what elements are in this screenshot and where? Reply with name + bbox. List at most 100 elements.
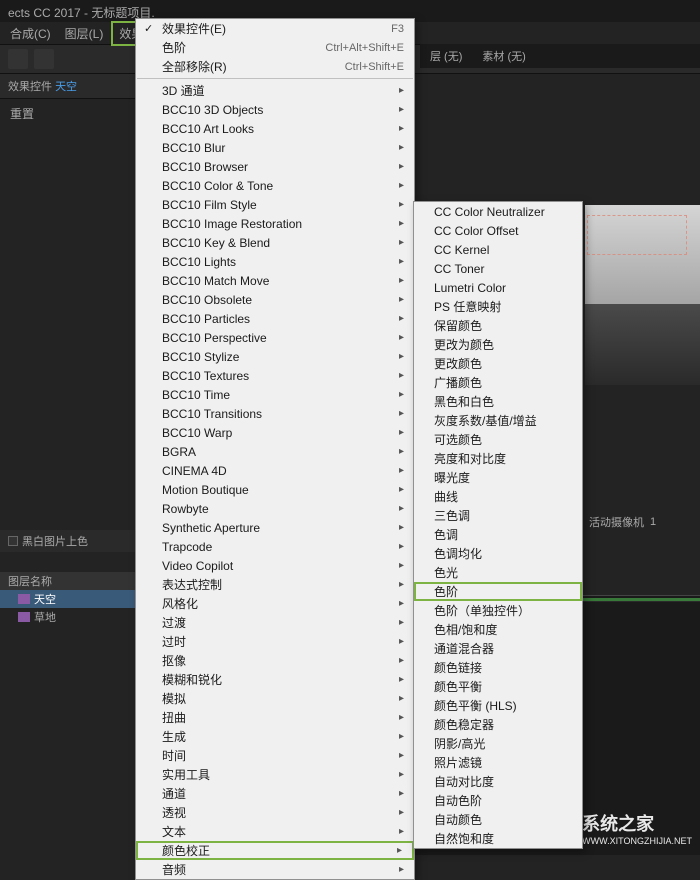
submenu-item[interactable]: 色相/饱和度	[414, 620, 582, 639]
submenu-item[interactable]: 亮度和对比度	[414, 449, 582, 468]
menu-item[interactable]: 全部移除(R)Ctrl+Shift+E	[136, 57, 414, 76]
submenu-item[interactable]: 色光	[414, 563, 582, 582]
menu-layer[interactable]: 图层(L)	[59, 23, 110, 44]
submenu-item[interactable]: 更改颜色	[414, 354, 582, 373]
menu-item[interactable]: 透视	[136, 803, 414, 822]
menu-item[interactable]: BCC10 Browser	[136, 157, 414, 176]
submenu-item[interactable]: 三色调	[414, 506, 582, 525]
submenu-item[interactable]: 灰度系数/基值/增益	[414, 411, 582, 430]
menu-item[interactable]: 模糊和锐化	[136, 670, 414, 689]
menu-item[interactable]: 生成	[136, 727, 414, 746]
menu-item[interactable]: 模拟	[136, 689, 414, 708]
menu-item[interactable]: 过渡	[136, 613, 414, 632]
camera-dropdown[interactable]: 活动摄像机	[589, 514, 644, 530]
menu-item[interactable]: ✓效果控件(E)F3	[136, 19, 414, 38]
menu-item[interactable]: BCC10 Perspective	[136, 328, 414, 347]
submenu-item[interactable]: 自动颜色	[414, 810, 582, 829]
comp-tab[interactable]: 黑白图片上色	[0, 530, 135, 552]
menu-item[interactable]: 过时	[136, 632, 414, 651]
submenu-item[interactable]: 广播颜色	[414, 373, 582, 392]
submenu-item[interactable]: 更改为颜色	[414, 335, 582, 354]
menu-item[interactable]: BCC10 Textures	[136, 366, 414, 385]
menu-item[interactable]: Motion Boutique	[136, 480, 414, 499]
menu-item[interactable]: 文本	[136, 822, 414, 841]
menu-item-label: CINEMA 4D	[162, 464, 227, 478]
menu-item[interactable]: Trapcode	[136, 537, 414, 556]
menu-item[interactable]: BCC10 Transitions	[136, 404, 414, 423]
submenu-item[interactable]: 颜色链接	[414, 658, 582, 677]
submenu-item[interactable]: CC Kernel	[414, 240, 582, 259]
submenu-item[interactable]: 曝光度	[414, 468, 582, 487]
submenu-item[interactable]: PS 任意映射	[414, 297, 582, 316]
layer-row[interactable]: 天空	[0, 590, 135, 608]
menu-item[interactable]: BCC10 Blur	[136, 138, 414, 157]
menu-item[interactable]: BCC10 Obsolete	[136, 290, 414, 309]
submenu-item[interactable]: 自动对比度	[414, 772, 582, 791]
menu-item[interactable]: 通道	[136, 784, 414, 803]
menu-item-label: Video Copilot	[162, 559, 233, 573]
menu-item[interactable]: CINEMA 4D	[136, 461, 414, 480]
menu-item[interactable]: 抠像	[136, 651, 414, 670]
submenu-item[interactable]: 曲线	[414, 487, 582, 506]
zoom-dropdown[interactable]: 1	[650, 516, 656, 528]
preview-viewport[interactable]	[585, 205, 700, 385]
panel-reset[interactable]: 重置	[0, 99, 135, 128]
menu-item[interactable]: 风格化	[136, 594, 414, 613]
viewer-material-tab[interactable]: 素材 (无)	[482, 48, 525, 64]
menu-item-label: Trapcode	[162, 540, 212, 554]
menu-item[interactable]: 扭曲	[136, 708, 414, 727]
menu-item[interactable]: 颜色校正	[136, 841, 414, 860]
menu-item[interactable]: Synthetic Aperture	[136, 518, 414, 537]
submenu-item[interactable]: CC Color Offset	[414, 221, 582, 240]
submenu-item[interactable]: CC Toner	[414, 259, 582, 278]
submenu-item[interactable]: 色阶	[414, 582, 582, 601]
mask-outline[interactable]	[587, 215, 687, 255]
layer-column-header[interactable]: 图层名称	[0, 572, 135, 590]
menu-item-label: 过时	[162, 633, 186, 650]
submenu-item[interactable]: 色阶（单独控件）	[414, 601, 582, 620]
effects-panel-tab[interactable]: 效果控件 天空	[0, 74, 135, 99]
menu-compose[interactable]: 合成(C)	[4, 23, 57, 44]
viewer-layer-tab[interactable]: 层 (无)	[430, 48, 462, 64]
submenu-item[interactable]: 黑色和白色	[414, 392, 582, 411]
submenu-item[interactable]: 颜色平衡 (HLS)	[414, 696, 582, 715]
submenu-item[interactable]: 自然饱和度	[414, 829, 582, 848]
submenu-item[interactable]: 照片滤镜	[414, 753, 582, 772]
menu-item[interactable]: BCC10 Key & Blend	[136, 233, 414, 252]
menu-item[interactable]: 实用工具	[136, 765, 414, 784]
submenu-item[interactable]: 色调均化	[414, 544, 582, 563]
viewer-tabs: 层 (无) 素材 (无)	[420, 44, 700, 68]
submenu-item[interactable]: 阴影/高光	[414, 734, 582, 753]
menu-item[interactable]: 时间	[136, 746, 414, 765]
menu-item[interactable]: BCC10 Match Move	[136, 271, 414, 290]
menu-item[interactable]: 色阶Ctrl+Alt+Shift+E	[136, 38, 414, 57]
menu-item[interactable]: BCC10 Warp	[136, 423, 414, 442]
menu-item[interactable]: BCC10 Stylize	[136, 347, 414, 366]
menu-item[interactable]: Video Copilot	[136, 556, 414, 575]
submenu-item[interactable]: 可选颜色	[414, 430, 582, 449]
menu-item[interactable]: BCC10 Color & Tone	[136, 176, 414, 195]
submenu-item[interactable]: CC Color Neutralizer	[414, 202, 582, 221]
menu-item[interactable]: BGRA	[136, 442, 414, 461]
submenu-item[interactable]: 颜色稳定器	[414, 715, 582, 734]
menu-item[interactable]: BCC10 Lights	[136, 252, 414, 271]
submenu-item[interactable]: 保留颜色	[414, 316, 582, 335]
tool-icon[interactable]	[34, 49, 54, 69]
menu-item[interactable]: BCC10 Image Restoration	[136, 214, 414, 233]
tool-icon[interactable]	[8, 49, 28, 69]
layer-row[interactable]: 草地	[0, 608, 135, 626]
menu-item[interactable]: Rowbyte	[136, 499, 414, 518]
menu-item[interactable]: 表达式控制	[136, 575, 414, 594]
submenu-item[interactable]: 颜色平衡	[414, 677, 582, 696]
menu-item[interactable]: 音频	[136, 860, 414, 879]
menu-item[interactable]: BCC10 Art Looks	[136, 119, 414, 138]
submenu-item[interactable]: Lumetri Color	[414, 278, 582, 297]
menu-item[interactable]: BCC10 Time	[136, 385, 414, 404]
menu-item[interactable]: BCC10 Particles	[136, 309, 414, 328]
menu-item[interactable]: 3D 通道	[136, 81, 414, 100]
submenu-item[interactable]: 通道混合器	[414, 639, 582, 658]
menu-item[interactable]: BCC10 Film Style	[136, 195, 414, 214]
submenu-item[interactable]: 色调	[414, 525, 582, 544]
submenu-item[interactable]: 自动色阶	[414, 791, 582, 810]
menu-item[interactable]: BCC10 3D Objects	[136, 100, 414, 119]
